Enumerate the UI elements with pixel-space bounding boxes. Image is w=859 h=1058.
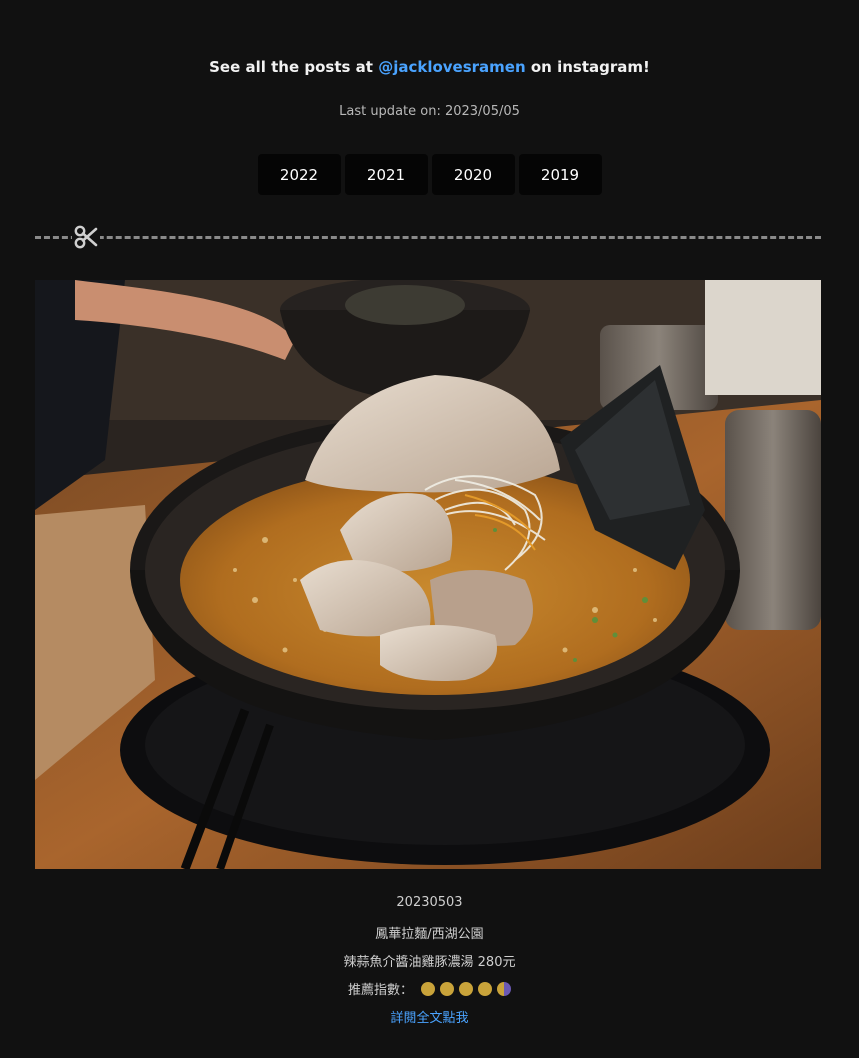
dashed-divider <box>35 236 821 239</box>
year-tab-2022[interactable]: 2022 <box>257 154 341 195</box>
rating-dots <box>421 981 511 996</box>
year-tabs: 2022 2021 2020 2019 <box>0 154 859 195</box>
read-more-link[interactable]: 詳閱全文點我 <box>0 1007 859 1026</box>
scissors-icon <box>72 224 100 250</box>
shop-name: 鳳華拉麵/西湖公園 <box>375 927 484 942</box>
rating-dot-full <box>478 981 492 996</box>
promo-prefix: See all the posts at <box>209 58 379 76</box>
ramen-photo[interactable] <box>35 280 821 869</box>
year-tab-2020[interactable]: 2020 <box>431 154 515 195</box>
rating-label: 推薦指數： <box>347 983 413 998</box>
rating-dot-full <box>440 981 454 996</box>
instagram-handle-link[interactable]: @jacklovesramen <box>378 58 525 76</box>
rating-dot-full <box>459 981 473 996</box>
rating-dot-full <box>421 981 435 996</box>
instagram-promo: See all the posts at @jacklovesramen on … <box>0 58 859 76</box>
rating-dot-half <box>497 981 511 996</box>
promo-suffix: on instagram! <box>525 58 650 76</box>
year-tab-2019[interactable]: 2019 <box>518 154 602 195</box>
year-tab-2021[interactable]: 2021 <box>344 154 428 195</box>
post-date: 20230503 <box>396 895 463 910</box>
dish-name-price: 辣蒜魚介醬油雞豚濃湯 280元 <box>343 955 516 970</box>
page: See all the posts at @jacklovesramen on … <box>0 0 859 1058</box>
rating-row: 推薦指數： <box>0 979 859 998</box>
last-update-text: Last update on: 2023/05/05 <box>339 104 520 119</box>
